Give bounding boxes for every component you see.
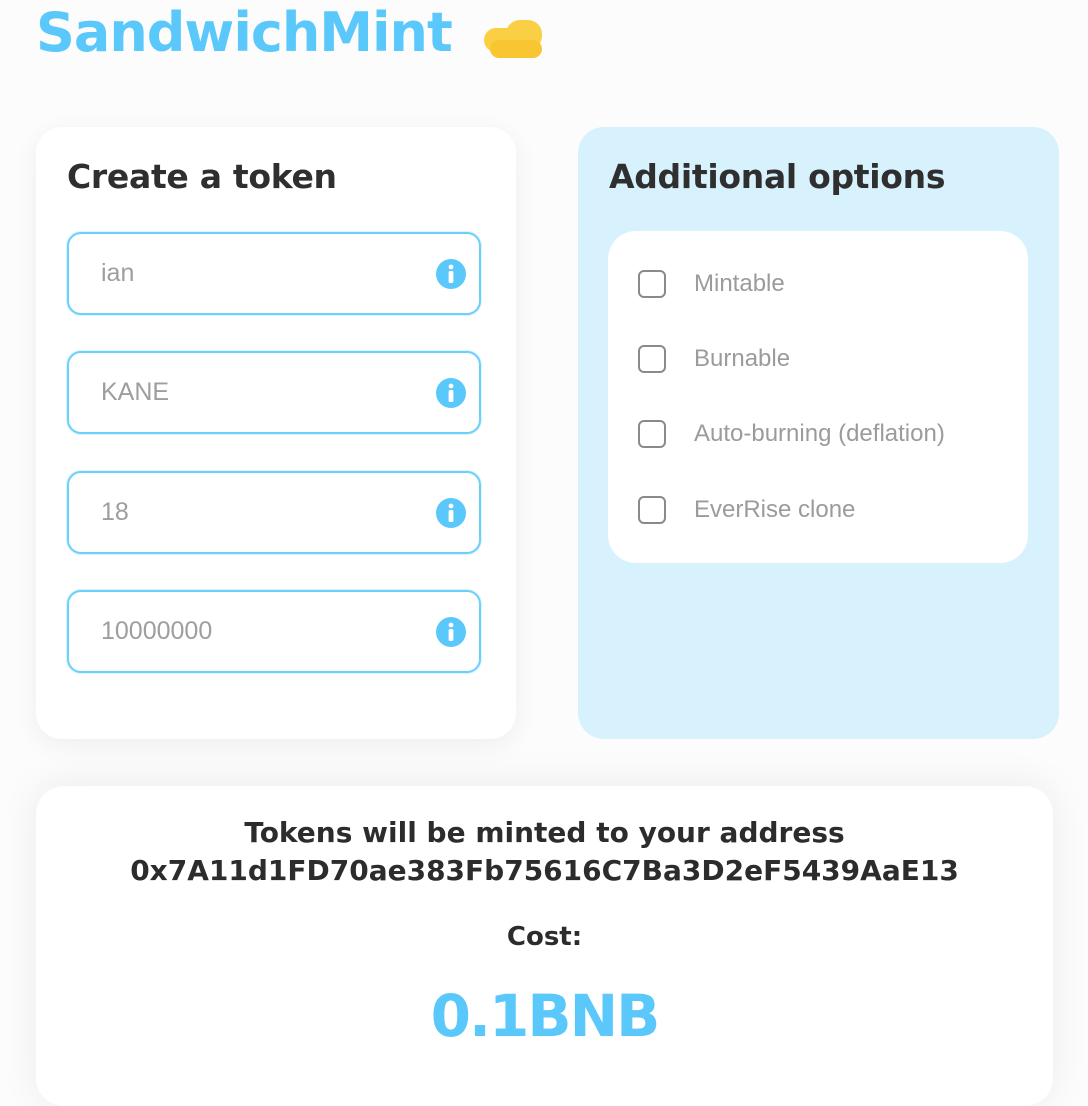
options-panel: Mintable Burnable Auto-burning (deflatio… (608, 231, 1028, 563)
token-supply-field[interactable]: 10000000 (67, 590, 481, 673)
burnable-label: Burnable (694, 345, 791, 372)
mint-caption: Tokens will be minted to your address (244, 816, 845, 849)
option-burnable[interactable]: Burnable (638, 343, 790, 375)
info-icon[interactable] (435, 497, 467, 529)
mintable-checkbox[interactable] (638, 270, 666, 298)
cost-label: Cost: (506, 922, 583, 952)
mint-summary-card: Tokens will be minted to your address 0x… (36, 786, 1053, 1106)
additional-options-title: Additional options (609, 157, 946, 196)
sandwich-icon (483, 20, 542, 58)
token-decimals-field[interactable]: 18 (67, 471, 481, 554)
auto-burning-label: Auto-burning (deflation) (694, 420, 945, 447)
brand-name: SandwichMint (36, 0, 453, 64)
token-symbol-field[interactable]: KANE (67, 351, 481, 434)
token-name-value: ian (101, 259, 135, 287)
info-icon[interactable] (435, 377, 467, 409)
cost-value: 0.1BNB (430, 982, 661, 1050)
mintable-label: Mintable (694, 270, 785, 297)
additional-options-card: Additional options Mintable Burnable Aut… (578, 127, 1059, 739)
brand-logo: SandwichMint (36, 0, 546, 72)
token-name-field[interactable]: ian (67, 232, 481, 315)
info-icon[interactable] (435, 616, 467, 648)
wallet-address: 0x7A11d1FD70ae383Fb75616C7Ba3D2eF5439AaE… (130, 854, 959, 887)
create-token-title: Create a token (67, 157, 337, 196)
everrise-clone-checkbox[interactable] (638, 496, 666, 524)
option-everrise-clone[interactable]: EverRise clone (638, 494, 855, 526)
token-decimals-value: 18 (101, 498, 129, 526)
info-icon[interactable] (435, 258, 467, 290)
create-token-card: Create a token ian KANE 18 10000000 (36, 127, 516, 739)
everrise-clone-label: EverRise clone (694, 496, 856, 523)
option-mintable[interactable]: Mintable (638, 268, 785, 300)
token-supply-value: 10000000 (101, 617, 213, 645)
token-symbol-value: KANE (101, 378, 170, 406)
option-auto-burning[interactable]: Auto-burning (deflation) (638, 418, 945, 450)
auto-burning-checkbox[interactable] (638, 420, 666, 448)
burnable-checkbox[interactable] (638, 345, 666, 373)
